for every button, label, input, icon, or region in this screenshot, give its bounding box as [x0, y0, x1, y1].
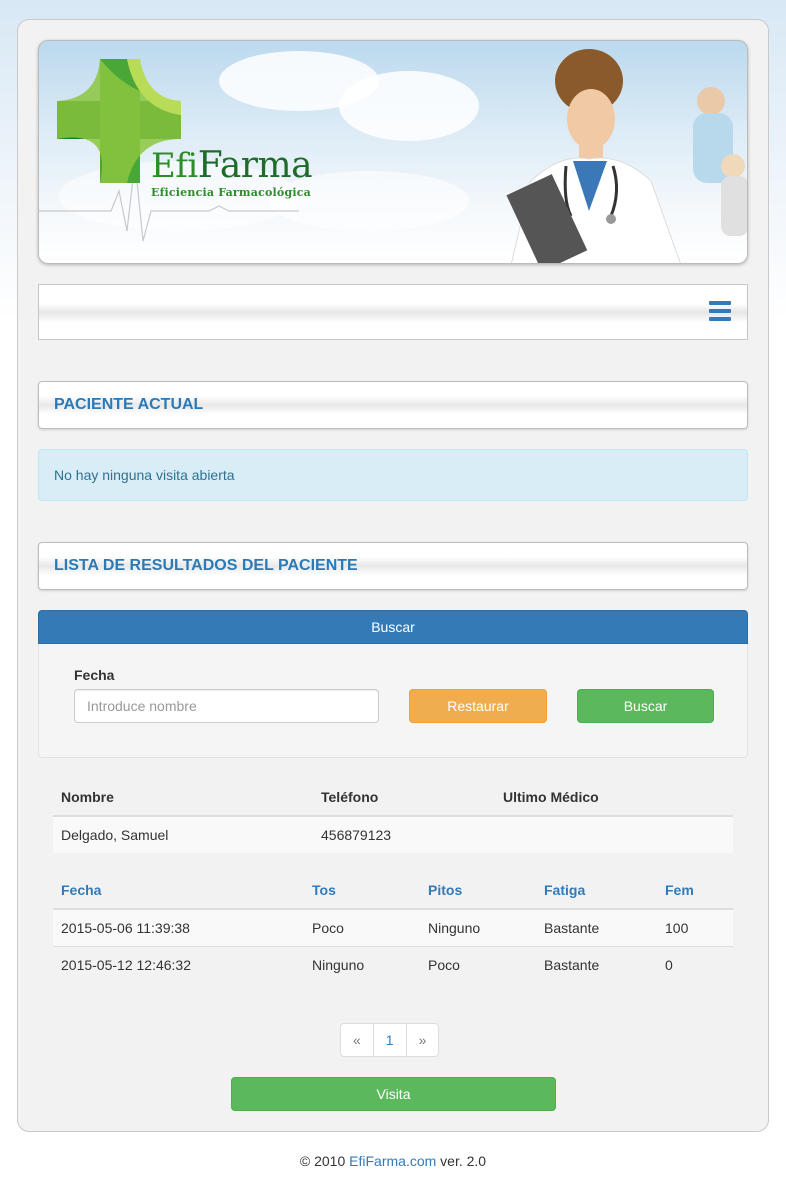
column-header-cough[interactable]: Tos [304, 872, 420, 910]
search-panel: Fecha Restaurar Buscar [38, 644, 748, 758]
page-footer: © 2010 EfiFarma.com ver. 2.0 [0, 1153, 786, 1169]
doctor-illustration [506, 49, 747, 263]
result-date-cell: 2015-05-12 12:46:32 [53, 945, 304, 983]
results-list-title: LISTA DE RESULTADOS DEL PACIENTE [54, 557, 358, 574]
result-fatigue-cell: Bastante [536, 945, 657, 983]
results-table: Fecha Tos Pitos Fatiga Fem 2015-05-06 11… [53, 872, 733, 983]
current-patient-header: PACIENTE ACTUAL [38, 381, 748, 429]
search-input[interactable] [74, 689, 379, 723]
pagination: « 1 » [340, 1023, 440, 1057]
result-cough-cell: Ninguno [304, 945, 420, 983]
patient-last-doctor-cell [495, 815, 733, 853]
patient-phone-cell: 456879123 [313, 815, 495, 853]
no-open-visit-alert: No hay ninguna visita abierta [38, 449, 748, 501]
search-button[interactable]: Buscar [577, 689, 714, 723]
footer-version: ver. 2.0 [436, 1153, 487, 1169]
column-header-date[interactable]: Fecha [53, 872, 304, 910]
result-fem-cell: 0 [657, 945, 733, 983]
column-header-name: Nombre [53, 779, 313, 817]
pagination-next[interactable]: » [405, 1023, 440, 1057]
result-fem-cell: 100 [657, 908, 733, 946]
result-fatigue-cell: Bastante [536, 908, 657, 946]
navigation-bar [38, 284, 748, 340]
visit-button[interactable]: Visita [231, 1077, 556, 1111]
main-container: EfiFarma Eficiencia Farmacológica PACIEN [17, 19, 769, 1132]
result-wheezing-cell: Poco [420, 945, 536, 983]
table-row: 2015-05-06 11:39:38 Poco Ninguno Bastant… [53, 908, 733, 946]
search-toggle-button[interactable]: Buscar [38, 610, 748, 644]
column-header-fatigue[interactable]: Fatiga [536, 872, 657, 910]
footer-site-link[interactable]: EfiFarma.com [349, 1153, 436, 1169]
result-date-cell: 2015-05-06 11:39:38 [53, 908, 304, 946]
column-header-wheezing[interactable]: Pitos [420, 872, 536, 910]
reset-button[interactable]: Restaurar [409, 689, 547, 723]
pagination-page-1[interactable]: 1 [372, 1023, 407, 1057]
pagination-previous[interactable]: « [340, 1023, 374, 1057]
brand-logo-text: EfiFarma [151, 145, 313, 186]
result-wheezing-cell: Ninguno [420, 908, 536, 946]
brand-tagline: Eficiencia Farmacológica [151, 186, 311, 199]
results-list-header: LISTA DE RESULTADOS DEL PACIENTE [38, 542, 748, 590]
date-filter-label: Fecha [74, 667, 115, 683]
table-row: 2015-05-12 12:46:32 Ninguno Poco Bastant… [53, 945, 733, 983]
column-header-phone: Teléfono [313, 779, 495, 817]
footer-copyright: © 2010 [299, 1153, 350, 1169]
patient-table: Nombre Teléfono Ultimo Médico Delgado, S… [53, 779, 733, 853]
result-cough-cell: Poco [304, 908, 420, 946]
hamburger-menu-icon[interactable] [709, 301, 731, 323]
column-header-fem[interactable]: Fem [657, 872, 733, 910]
column-header-last-doctor: Ultimo Médico [495, 779, 733, 817]
patient-name-cell: Delgado, Samuel [53, 815, 313, 853]
current-patient-title: PACIENTE ACTUAL [54, 396, 204, 413]
table-row: Delgado, Samuel 456879123 [53, 815, 733, 853]
header-banner: EfiFarma Eficiencia Farmacológica [38, 40, 748, 264]
